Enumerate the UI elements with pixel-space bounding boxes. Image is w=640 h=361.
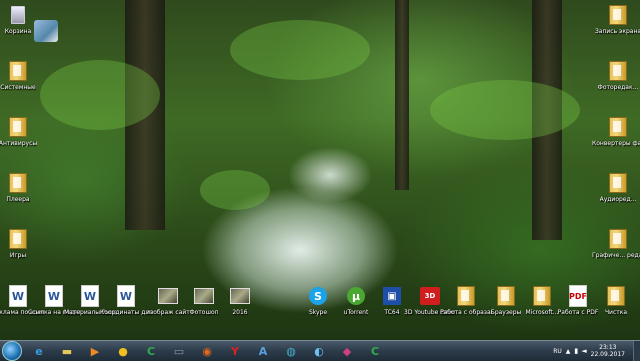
yandex-browser-icon[interactable]: ●	[110, 342, 136, 360]
media-player-icon[interactable]: ▶	[82, 342, 108, 360]
desktop-shortcut[interactable]: Графиче... редакторы	[592, 228, 640, 259]
floppy-icon: ▣	[382, 285, 402, 307]
photoshop-icon[interactable]: ▭	[166, 342, 192, 360]
camtasia-rec-icon[interactable]: C	[362, 342, 388, 360]
globe-icon[interactable]: ◍	[278, 342, 304, 360]
utorrent-icon: µ	[346, 285, 366, 307]
shortcut-label: Фоторедак...	[597, 84, 639, 91]
shortcut-label: Антивирусы	[0, 140, 38, 147]
youtube-downloader-icon: 3D	[420, 285, 440, 307]
yandex-icon[interactable]: Y	[222, 342, 248, 360]
ie-icon[interactable]: e	[26, 342, 52, 360]
ie-blue-icon[interactable]: ◐	[306, 342, 332, 360]
shortcut-label: Skype	[308, 309, 328, 316]
folder-icon	[608, 116, 628, 138]
volume-icon[interactable]: ◄	[581, 347, 586, 355]
pdf-icon: PDF	[568, 285, 588, 307]
folder-icon	[608, 228, 628, 250]
folder-icon	[8, 172, 28, 194]
desktop-shortcut[interactable]: Чистка	[590, 285, 640, 316]
folder-icon	[8, 116, 28, 138]
taskbar-pinned-apps: e ▬ ▶ ● C ▭ ◉ Y A ◍ ◐ ◆ C	[26, 342, 390, 360]
image-thumb-icon	[194, 285, 214, 307]
desktop-shortcut[interactable]: Системные	[0, 60, 44, 91]
clock-date: 22.09.2017	[590, 351, 625, 358]
desktop-shortcut[interactable]: Плеера	[0, 172, 44, 203]
word-doc-icon: W	[44, 285, 64, 307]
desktop-shortcut[interactable]: Конвертеры файлов	[592, 116, 640, 147]
word-doc-icon: W	[116, 285, 136, 307]
desktop-shortcut[interactable]: 2016	[214, 285, 266, 316]
image-thumb-icon	[158, 285, 178, 307]
word-doc-icon: W	[80, 285, 100, 307]
firefox-icon[interactable]: ◉	[194, 342, 220, 360]
folder-icon	[606, 285, 626, 307]
shortcut-label: Корзина	[4, 28, 32, 35]
folder-icon	[8, 60, 28, 82]
desktop-shortcut[interactable]: Антивирусы	[0, 116, 44, 147]
desktop-shortcut[interactable]: Запись экрана	[592, 4, 640, 35]
taskbar: e ▬ ▶ ● C ▭ ◉ Y A ◍ ◐ ◆ C RU ▲ ▮ ◄ 23:13 22.09.2017	[0, 340, 640, 361]
shortcut-label: Запись экрана	[594, 28, 640, 35]
shortcut-label: uTorrent	[343, 309, 369, 316]
start-button[interactable]	[2, 341, 22, 361]
recycle-bin-icon	[8, 4, 28, 26]
folder-icon	[608, 172, 628, 194]
shortcut-label: Игры	[9, 252, 27, 259]
ps-blue-icon[interactable]: A	[250, 342, 276, 360]
camtasia-icon[interactable]: C	[138, 342, 164, 360]
network-icon[interactable]: ▮	[574, 347, 578, 355]
shortcut-label: Плеера	[6, 196, 30, 203]
image-thumb-icon	[230, 285, 250, 307]
desktop-shortcut[interactable]: Аудиоред...	[592, 172, 640, 203]
tray-arrow-icon[interactable]: ▲	[566, 348, 571, 355]
shortcut-label: Чистка	[604, 309, 628, 316]
desktop-shortcut[interactable]: Игры	[0, 228, 44, 259]
shortcut-label: TC64	[384, 309, 400, 316]
show-desktop-button[interactable]	[633, 341, 640, 361]
folder-icon	[608, 4, 628, 26]
shortcut-label: Графиче... редакторы	[592, 252, 640, 259]
skype-icon: S	[308, 285, 328, 307]
shortcut-label: 2016	[232, 309, 248, 316]
folder-icon	[532, 285, 552, 307]
folder-icon	[608, 60, 628, 82]
clock-time: 23:13	[599, 344, 617, 351]
shortcut-label: Аудиоред...	[599, 196, 637, 203]
shortcut-label: Конвертеры файлов	[592, 140, 640, 147]
folder-icon	[8, 228, 28, 250]
folder-icon	[496, 285, 516, 307]
desktop-shortcut[interactable]: Корзина	[0, 4, 44, 35]
folder-icon	[456, 285, 476, 307]
paint-icon[interactable]: ◆	[334, 342, 360, 360]
language-indicator[interactable]: RU	[553, 348, 562, 355]
explorer-icon[interactable]: ▬	[54, 342, 80, 360]
desktop-shortcut[interactable]: Фоторедак...	[592, 60, 640, 91]
system-tray: RU ▲ ▮ ◄ 23:13 22.09.2017	[553, 341, 640, 361]
word-doc-icon: W	[8, 285, 28, 307]
shortcut-label: Системные	[0, 84, 36, 91]
clock[interactable]: 23:13 22.09.2017	[591, 344, 625, 358]
